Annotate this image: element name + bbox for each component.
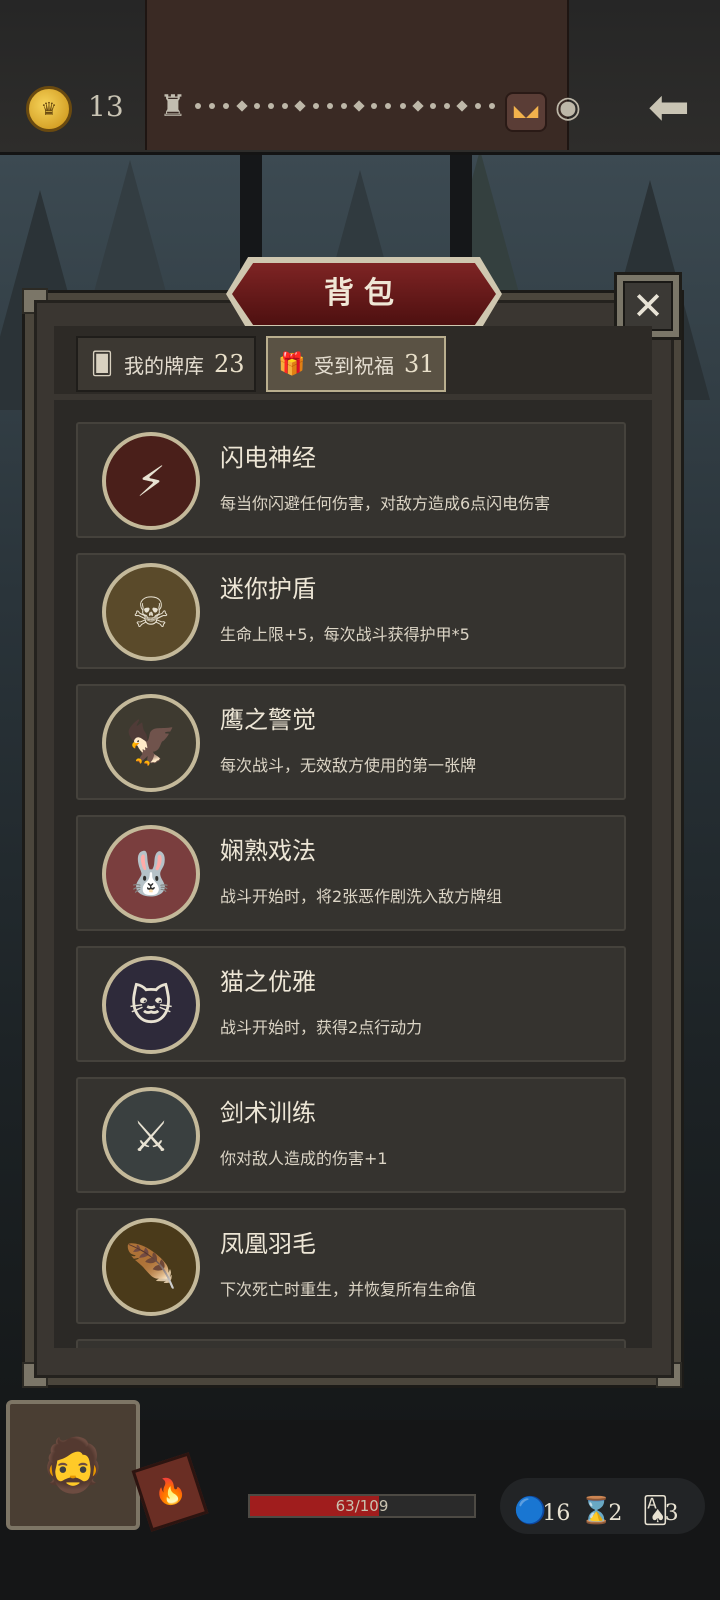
skull-shield-icon: ☠ <box>102 563 200 661</box>
map-progress-path <box>195 100 495 112</box>
blessing-card[interactable]: 🪶 凤凰羽毛 下次死亡时重生，并恢复所有生命值 <box>76 1208 626 1324</box>
orb-resource[interactable]: 🔵 16 <box>514 1486 570 1526</box>
hooded-figure-lightning-icon: ⚡ <box>102 432 200 530</box>
blessing-description: 战斗开始时，将2张恶作剧洗入敌方牌组 <box>220 887 503 906</box>
blessing-title: 闪电神经 <box>220 444 316 472</box>
witch-cat-icon: 🐱 <box>102 956 200 1054</box>
blessing-title: 娴熟戏法 <box>220 837 316 865</box>
resource-value: 16 <box>542 1501 571 1526</box>
boss-icon[interactable]: ◣◢ <box>505 92 547 132</box>
tab-count: 23 <box>214 350 245 378</box>
close-icon: ✕ <box>623 281 673 331</box>
blessing-title: 鹰之警觉 <box>220 706 316 734</box>
cards-resource[interactable]: 🂡 3 <box>642 1486 679 1526</box>
castle-icon: ♜ <box>159 89 187 124</box>
phoenix-feather-icon: 🪶 <box>102 1218 200 1316</box>
cards-icon: 🂠 <box>90 351 114 377</box>
blessing-card[interactable]: 🐰 娴熟戏法 战斗开始时，将2张恶作剧洗入敌方牌组 <box>76 815 626 931</box>
blessing-title: 凤凰羽毛 <box>220 1230 316 1258</box>
blessing-card[interactable]: ⚔ 剑术训练 你对敌人造成的伤害+1 <box>76 1077 626 1193</box>
tab-count: 31 <box>404 350 435 378</box>
tab-my-deck[interactable]: 🂠 我的牌库 23 <box>76 336 256 392</box>
tab-blessings[interactable]: 🎁 受到祝福 31 <box>266 336 446 392</box>
back-arrow-icon[interactable]: ⬅ <box>640 82 698 132</box>
jester-rabbit-icon: 🐰 <box>102 825 200 923</box>
tab-label: 受到祝福 <box>314 353 394 378</box>
hourglass-resource[interactable]: ⌛ 2 <box>580 1486 622 1526</box>
eagle-icon: 🦅 <box>102 694 200 792</box>
blessing-card[interactable]: ⚡ 闪电神经 每当你闪避任何伤害，对敌方造成6点闪电伤害 <box>76 422 626 538</box>
blessing-title: 猫之优雅 <box>220 968 316 996</box>
blessing-description: 生命上限+5，每次战斗获得护甲*5 <box>220 625 470 644</box>
tab-label: 我的牌库 <box>124 353 204 378</box>
blessing-description: 你对敌人造成的伤害+1 <box>220 1149 388 1168</box>
blessing-description: 下次死亡时重生，并恢复所有生命值 <box>220 1280 477 1299</box>
blessing-description: 每当你闪避任何伤害，对敌方造成6点闪电伤害 <box>220 494 551 513</box>
resource-value: 2 <box>608 1501 623 1526</box>
blessing-list[interactable]: ⚡ 闪电神经 每当你闪避任何伤害，对敌方造成6点闪电伤害 ☠ 迷你护盾 生命上限… <box>54 400 652 1348</box>
gift-icon: 🎁 <box>278 351 306 377</box>
crown-coin-icon: ♛ <box>26 86 72 132</box>
blessing-card[interactable]: 🦅 鹰之警觉 每次战斗，无效敌方使用的第一张牌 <box>76 684 626 800</box>
hp-text: 63/109 <box>335 1497 389 1515</box>
blessing-card[interactable]: ☠ 迷你护盾 生命上限+5，每次战斗获得护甲*5 <box>76 553 626 669</box>
swordsman-icon: ⚔ <box>102 1087 200 1185</box>
blessing-title: 剑术训练 <box>220 1099 316 1127</box>
resource-value: 3 <box>664 1501 679 1526</box>
blessing-description: 战斗开始时，获得2点行动力 <box>220 1018 423 1037</box>
panel-title: 背包 <box>324 276 404 311</box>
coin-count: 13 <box>88 90 124 123</box>
blessing-description: 每次战斗，无效敌方使用的第一张牌 <box>220 756 477 775</box>
hero-portrait[interactable]: 🧔 <box>6 1400 140 1530</box>
top-bar <box>0 0 720 155</box>
blessing-card-partial[interactable] <box>76 1339 626 1348</box>
eye-icon[interactable]: ◉ <box>548 93 588 123</box>
blessing-card[interactable]: 🐱 猫之优雅 战斗开始时，获得2点行动力 <box>76 946 626 1062</box>
blessing-title: 迷你护盾 <box>220 575 316 603</box>
